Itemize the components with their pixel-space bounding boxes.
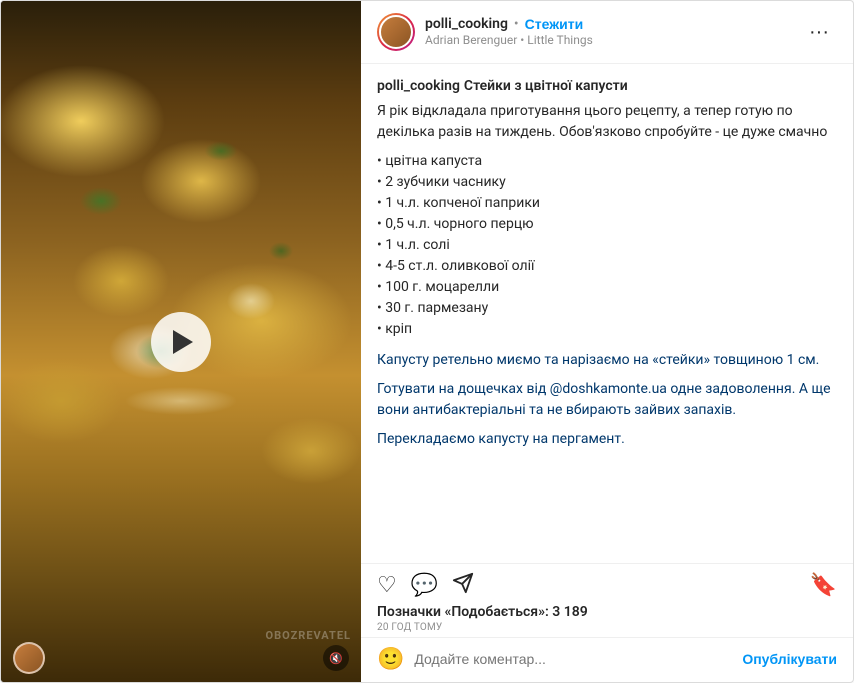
dot-separator: • — [514, 15, 519, 33]
post-actions: ♡ 💬 🔖 Позначки «Подобається»: 3 189 20 Г… — [361, 563, 853, 637]
volume-button[interactable]: 🔇 — [323, 645, 349, 671]
caption-intro: Я рік відкладала приготування цього реце… — [377, 101, 837, 143]
avatar — [379, 15, 413, 49]
play-icon — [173, 330, 193, 354]
instruction-3: Перекладаємо капусту на пергамент. — [377, 429, 837, 450]
caption-title: Стейки з цвітної капусти — [464, 78, 628, 94]
post-card: OBOZREVATEL 🔇 polli_cooking • Стежити Ad… — [0, 0, 854, 683]
post-caption: polli_cookingСтейки з цвітної капусти Я … — [361, 64, 853, 563]
likes-label: Позначки «Подобається»: — [377, 604, 549, 620]
bookmark-button[interactable]: 🔖 — [810, 572, 837, 598]
likes-row: Позначки «Подобається»: 3 189 — [377, 604, 837, 620]
list-item: 4-5 ст.л. оливкової олії — [377, 256, 837, 277]
header-text: polli_cooking • Стежити Adrian Berenguer… — [425, 15, 801, 49]
share-button[interactable] — [452, 572, 474, 598]
publish-button[interactable]: Опублікувати — [742, 651, 837, 667]
list-item: цвітна капуста — [377, 151, 837, 172]
instruction-2: Готувати на дощечках від @doshkamonte.ua… — [377, 379, 837, 421]
play-button[interactable] — [151, 312, 211, 372]
media-avatar — [13, 642, 45, 674]
list-item: 100 г. моцарелли — [377, 277, 837, 298]
comment-input[interactable] — [414, 651, 732, 667]
caption-username[interactable]: polli_cooking — [377, 78, 460, 94]
post-username[interactable]: polli_cooking — [425, 15, 508, 33]
sub-line: Adrian Berenguer • Little Things — [425, 33, 801, 49]
post-header: polli_cooking • Стежити Adrian Berenguer… — [361, 1, 853, 64]
action-icons-row: ♡ 💬 🔖 — [377, 572, 837, 598]
more-options-button[interactable]: ··· — [801, 17, 837, 48]
list-item: 2 зубчики часнику — [377, 172, 837, 193]
likes-count: 3 189 — [552, 604, 587, 620]
ingredients-list: цвітна капуста2 зубчики часнику1 ч.л. ко… — [377, 151, 837, 340]
follow-button[interactable]: Стежити — [525, 16, 584, 32]
avatar-ring — [377, 13, 415, 51]
list-item: 0,5 ч.л. чорного перцю — [377, 214, 837, 235]
comment-input-row: 🙂 Опублікувати — [361, 637, 853, 682]
instruction-1: Капусту ретельно миємо та нарізаємо на «… — [377, 350, 837, 371]
list-item: 1 ч.л. копченої паприки — [377, 193, 837, 214]
post-media: OBOZREVATEL 🔇 — [1, 1, 361, 682]
post-content: polli_cooking • Стежити Adrian Berenguer… — [361, 1, 853, 682]
caption-header: polli_cookingСтейки з цвітної капусти — [377, 76, 837, 97]
list-item: 1 ч.л. солі — [377, 235, 837, 256]
emoji-button[interactable]: 🙂 — [377, 646, 404, 672]
comment-button[interactable]: 💬 — [411, 574, 438, 596]
time-ago: 20 ГОД ТОМУ — [377, 622, 837, 633]
list-item: кріп — [377, 319, 837, 340]
media-bottom-bar: 🔇 — [1, 634, 361, 682]
list-item: 30 г. пармезану — [377, 298, 837, 319]
like-button[interactable]: ♡ — [377, 574, 397, 596]
